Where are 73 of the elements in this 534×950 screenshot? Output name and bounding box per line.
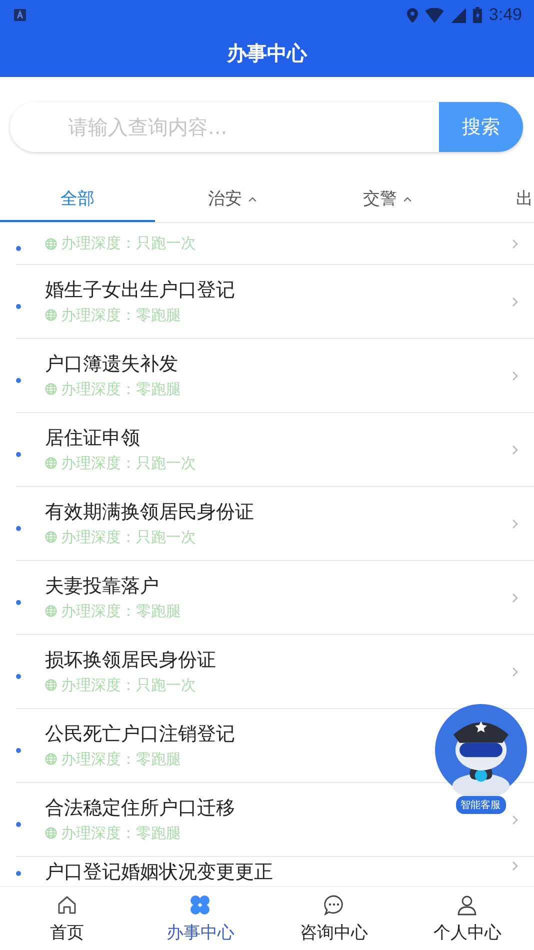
nav-tab[interactable]: 办事中心 [134, 887, 267, 950]
service-depth: 办理深度：零跑腿 [61, 306, 181, 324]
globe-icon [45, 605, 57, 617]
search-field[interactable]: 请输入查询内容... [10, 102, 439, 152]
service-item[interactable]: 户口簿遗失补发 办理深度：零跑腿 [16, 339, 534, 413]
service-title: 户口簿遗失补发 [45, 352, 178, 376]
service-title: 合法稳定住所户口迁移 [45, 796, 235, 820]
category-tab[interactable]: 全部 [0, 177, 155, 222]
bullet-icon [16, 748, 21, 753]
category-tab[interactable]: 出 [465, 177, 534, 222]
globe-icon [45, 238, 57, 250]
service-title: 有效期满换领居民身份证 [45, 500, 254, 524]
bullet-icon [16, 246, 21, 251]
nav-tab[interactable]: 个人中心 [400, 887, 534, 950]
category-tab[interactable]: 治安 [155, 177, 310, 222]
bullet-icon [16, 304, 21, 309]
service-title: 损坏换领居民身份证 [45, 648, 216, 672]
globe-icon [45, 531, 57, 543]
home-icon [56, 894, 78, 916]
service-title: 户口登记婚姻状况变更更正 [45, 861, 273, 884]
person-icon [456, 894, 478, 916]
assistant-label: 智能客服 [456, 796, 506, 814]
chevron-right-icon [512, 518, 518, 528]
bullet-icon [16, 526, 21, 531]
service-depth: 办理深度：零跑腿 [61, 602, 181, 620]
service-item[interactable]: 有效期满换领居民身份证 办理深度：只跑一次 [16, 487, 534, 561]
chevron-right-icon [512, 666, 518, 676]
category-tab[interactable]: 交警 [310, 177, 465, 222]
globe-icon [45, 383, 57, 395]
app-notification-icon [14, 9, 26, 21]
globe-icon [45, 827, 57, 839]
page-title: 办事中心 [227, 40, 307, 67]
globe-icon [45, 309, 57, 321]
service-depth: 办理深度：零跑腿 [61, 750, 181, 768]
service-title: 夫妻投靠落户 [45, 574, 159, 598]
robot-assistant-button[interactable]: 智能客服 [433, 704, 528, 814]
clover-icon [189, 894, 212, 916]
chat-icon [322, 894, 345, 916]
service-title: 婚生子女出生户口登记 [45, 278, 235, 302]
nav-tab[interactable]: 咨询中心 [267, 887, 400, 950]
service-title: 公民死亡户口注销登记 [45, 722, 235, 746]
service-item[interactable]: 居住证申领 办理深度：只跑一次 [16, 413, 534, 487]
service-depth: 办理深度：只跑一次 [61, 234, 196, 253]
chevron-right-icon [512, 238, 518, 248]
battery-icon [472, 7, 482, 23]
clock-time: 3:49 [488, 5, 522, 25]
nav-tab[interactable]: 首页 [0, 887, 134, 950]
chevron-right-icon [512, 592, 518, 602]
service-item[interactable]: 夫妻投靠落户 办理深度：零跑腿 [16, 561, 534, 635]
chevron-right-icon [512, 444, 518, 454]
bullet-icon [16, 871, 21, 876]
globe-icon [45, 457, 57, 469]
bullet-icon [16, 378, 21, 383]
chevron-right-icon [512, 296, 518, 306]
chevron-right-icon [512, 370, 518, 380]
bullet-icon [16, 822, 21, 827]
service-depth: 办理深度：零跑腿 [61, 380, 181, 398]
service-depth: 办理深度：只跑一次 [61, 676, 196, 694]
chevron-right-icon [512, 861, 518, 871]
location-icon [406, 8, 418, 22]
service-depth: 办理深度：只跑一次 [61, 528, 196, 546]
wifi-icon [424, 8, 444, 22]
service-title: 居住证申领 [45, 426, 140, 450]
service-depth: 办理深度：只跑一次 [61, 454, 196, 472]
globe-icon [45, 753, 57, 765]
signal-icon [450, 8, 466, 22]
chevron-right-icon [512, 814, 518, 824]
bullet-icon [16, 674, 21, 679]
service-depth: 办理深度：零跑腿 [61, 824, 181, 842]
service-item[interactable]: 婚生子女出生户口登记 办理深度：零跑腿 [16, 265, 534, 339]
globe-icon [45, 679, 57, 691]
bullet-icon [16, 452, 21, 457]
bullet-icon [16, 600, 21, 605]
